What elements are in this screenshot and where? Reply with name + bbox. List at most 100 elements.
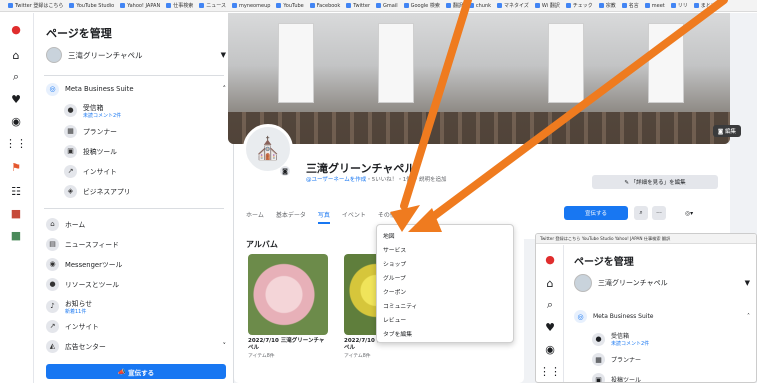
bookmark-item[interactable]: chunk	[468, 3, 491, 9]
camera-icon: ◙	[717, 129, 725, 135]
page-selector[interactable]: 三滝グリーンチャペル ▼	[46, 45, 226, 65]
username-link[interactable]: @ユーザーネームを作成	[306, 177, 366, 183]
notifications-icon[interactable]: ♥	[8, 91, 24, 107]
nav-resources[interactable]: ● リソースとツール	[46, 276, 226, 292]
bookmark-item[interactable]: Yahoo! JAPAN	[120, 3, 160, 9]
tab-home[interactable]: ホーム	[246, 210, 264, 224]
bookmark-icon	[69, 3, 75, 8]
bookmark-item[interactable]: YouTube Studio	[69, 3, 114, 9]
sidebar-item-posting-tools[interactable]: ▣ 投稿ツール	[64, 143, 224, 159]
chevron-down-icon: ▼	[220, 51, 226, 59]
bookmark-label: まとめ	[700, 3, 716, 9]
sidebar-item-business-apps[interactable]: ◈ ビジネスアプリ	[64, 183, 224, 199]
meta-business-suite-toggle[interactable]: ◎ Meta Business Suite ˄	[46, 81, 226, 97]
groups-icon[interactable]: ☷	[8, 183, 24, 199]
bookmark-item[interactable]: Gmail	[376, 3, 398, 9]
bookmarks-bar: Twitter 登録はこちら YouTube Studio Yahoo! JAPAN…	[0, 0, 757, 12]
notifications-icon[interactable]: ♥	[542, 319, 558, 335]
camera-icon[interactable]: ◙	[280, 166, 290, 176]
bookmark-item[interactable]: myneomeup	[231, 2, 271, 9]
bell-icon: ♪	[46, 299, 59, 313]
tab-more[interactable]: その他 ▾	[378, 210, 401, 224]
menu-item-coupons[interactable]: クーポン	[383, 287, 406, 296]
nav-insights[interactable]: ↗ インサイト	[46, 318, 226, 334]
bookmark-item[interactable]: チェック	[565, 2, 593, 9]
bookmark-item[interactable]: 名言	[621, 2, 639, 9]
flag-icon[interactable]: ⚑	[8, 159, 24, 175]
bookmark-icon	[376, 3, 382, 8]
bookmark-item[interactable]: Twitter 登録はこちら	[8, 2, 63, 9]
search-icon[interactable]: ⌕	[8, 69, 24, 85]
bookmark-item[interactable]: Twitter	[346, 3, 370, 9]
cover-window	[548, 23, 584, 103]
album-count: アイテム8件	[344, 354, 371, 359]
inset-posting-tools[interactable]: ▣ 投稿ツール	[592, 373, 742, 382]
bookmark-item[interactable]: ニュース	[199, 2, 226, 9]
bookmark-label: myneomeup	[238, 2, 271, 9]
home-icon[interactable]: ⌂	[8, 47, 24, 63]
menu-grid-icon[interactable]: ⋮⋮	[5, 135, 27, 151]
nav-notifications-sub: 新着11件	[65, 308, 87, 315]
edit-details-button[interactable]: ✎ 「詳細を見る」を編集	[592, 175, 718, 189]
nav-home[interactable]: ⌂ ホーム	[46, 216, 226, 232]
menu-item-community[interactable]: コミュニティ	[383, 301, 417, 310]
sidebar-title: ページを管理	[46, 27, 112, 40]
nav-ad-center[interactable]: ◭ 広告センター ˅	[46, 338, 226, 354]
bookmark-item[interactable]: マネタイズ	[497, 2, 529, 9]
bookmark-icon	[309, 3, 315, 8]
bookmark-label: Twitter 登録はこちら	[15, 3, 64, 9]
profile-icon[interactable]: ●	[542, 251, 558, 267]
menu-item-shop[interactable]: ショップ	[383, 259, 406, 268]
nav-messenger-tools[interactable]: ◉ Messengerツール	[46, 256, 226, 272]
messenger-icon[interactable]: ◉	[8, 113, 24, 129]
bookmark-item[interactable]: リリ	[670, 2, 688, 9]
bookmark-label: リリ	[677, 3, 688, 9]
shop-icon[interactable]: ■	[8, 205, 24, 221]
tab-about[interactable]: 基本データ	[276, 210, 306, 224]
bookmark-item[interactable]: Wi 翻訳	[534, 2, 560, 9]
menu-item-services[interactable]: サービス	[383, 245, 406, 254]
bookmark-item[interactable]: Facebook	[309, 3, 340, 9]
sidebar-item-insights[interactable]: ↗ インサイト	[64, 163, 224, 179]
inset-page-selector[interactable]: 三滝グリーンチャペル ▼	[574, 274, 750, 292]
page-icon[interactable]: ■	[8, 227, 24, 243]
search-icon[interactable]: ⌕	[542, 297, 558, 313]
bookmark-item[interactable]: meet	[644, 3, 665, 9]
cover-window	[378, 23, 414, 103]
bookmark-item[interactable]: 仕事検索	[166, 2, 193, 9]
menu-item-groups[interactable]: グループ	[383, 273, 406, 282]
home-icon[interactable]: ⌂	[542, 275, 558, 291]
messenger-icon[interactable]: ◉	[542, 341, 558, 357]
bookmark-item[interactable]: まとめ	[693, 2, 716, 9]
meta-suite-label: Meta Business Suite	[65, 85, 134, 93]
promote-small-button[interactable]: 宣伝する	[564, 206, 628, 220]
bookmark-label: 仕事検索	[173, 3, 194, 9]
more-options-icon[interactable]: ···	[652, 206, 666, 220]
search-icon[interactable]: ⌕	[634, 206, 648, 220]
profile-switch-icon[interactable]: ◎▾	[678, 206, 700, 220]
sidebar-item-inbox[interactable]: ● 受信箱 未読コメント2件	[64, 100, 224, 120]
inset-planner[interactable]: ▦ プランナー	[592, 353, 742, 366]
page-tabs: ホーム 基本データ 写真 イベント その他 ▾	[246, 210, 401, 224]
nav-notifications[interactable]: ♪ お知らせ 新着11件	[46, 296, 226, 316]
bookmark-item[interactable]: 翻訳	[445, 2, 463, 9]
sidebar-item-planner[interactable]: ▦ プランナー	[64, 123, 224, 139]
menu-item-edit-tabs[interactable]: タブを編集	[383, 329, 412, 338]
album-item[interactable]: 2022/7/10 三滝グリーンチャペル アイテム8件	[248, 254, 328, 359]
bookmark-item[interactable]: Google 検索	[403, 2, 440, 9]
edit-cover-button[interactable]: ◙ 編集	[712, 125, 741, 137]
tab-photos[interactable]: 写真	[317, 210, 330, 224]
inset-meta-suite[interactable]: ◎ Meta Business Suite ˄	[574, 310, 750, 323]
promote-button[interactable]: 📣 宣伝する	[46, 364, 226, 379]
nav-news-feed[interactable]: ▤ ニュースフィード	[46, 236, 226, 252]
cover-pews	[228, 112, 730, 144]
left-rail: ● ⌂ ⌕ ♥ ◉ ⋮⋮ ⚑ ☷ ■ ■	[0, 13, 34, 383]
menu-item-map[interactable]: 地図	[383, 231, 395, 240]
menu-item-reviews[interactable]: レビュー	[383, 315, 406, 324]
inset-inbox[interactable]: ● 受信箱 未読コメント2件	[592, 331, 742, 347]
menu-grid-icon[interactable]: ⋮⋮	[539, 363, 561, 379]
bookmark-item[interactable]: YouTube	[276, 3, 304, 9]
bookmark-item[interactable]: 宗教	[598, 2, 616, 9]
profile-icon[interactable]: ●	[8, 21, 24, 37]
tab-events[interactable]: イベント	[342, 210, 366, 224]
